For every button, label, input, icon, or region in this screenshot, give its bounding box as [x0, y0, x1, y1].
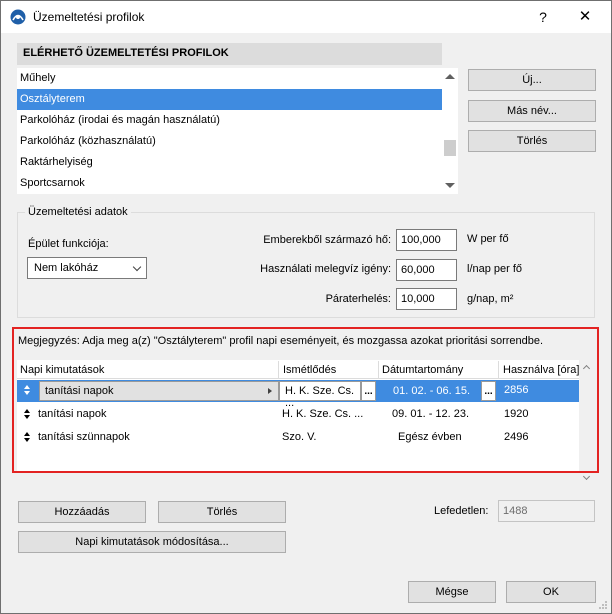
modify-schedules-button[interactable]: Napi kimutatások módosítása...: [18, 531, 286, 553]
chevron-down-icon: [132, 262, 142, 272]
archicad-logo-icon: [10, 9, 26, 25]
people-heat-unit: W per fő: [467, 233, 509, 245]
people-heat-label: Emberekből származó hő:: [263, 234, 391, 246]
hot-water-unit: l/nap per fő: [467, 263, 523, 275]
scroll-up-icon[interactable]: [445, 74, 455, 79]
rename-profile-button[interactable]: Más név...: [468, 100, 596, 122]
hot-water-label: Használati melegvíz igény:: [260, 263, 391, 275]
help-button[interactable]: ?: [531, 6, 555, 28]
scroll-down-icon[interactable]: [582, 472, 591, 481]
cancel-button[interactable]: Mégse: [408, 581, 496, 603]
profile-item[interactable]: Parkolóház (közhasználatú): [17, 131, 442, 152]
profile-item[interactable]: Raktárhelyiség: [17, 152, 442, 173]
title-bar[interactable]: Üzemeltetési profilok ? ✕: [1, 1, 611, 33]
profiles-header: ELÉRHETŐ ÜZEMELTETÉSI PROFILOK: [17, 43, 442, 65]
delete-profile-button[interactable]: Törlés: [468, 130, 596, 152]
building-function-value: Nem lakóház: [34, 262, 99, 274]
delete-schedule-button[interactable]: Törlés: [158, 501, 286, 523]
schedule-table-hscrollbar[interactable]: [17, 471, 579, 486]
new-profile-button[interactable]: Új...: [468, 69, 596, 91]
uncovered-label: Lefedetlen:: [434, 505, 489, 517]
profile-list-scrollbar[interactable]: [442, 68, 458, 194]
profile-item[interactable]: Sportcsarnok: [17, 173, 442, 194]
ok-button[interactable]: OK: [506, 581, 596, 603]
window-title: Üzemeltetési profilok: [33, 10, 145, 24]
profile-item[interactable]: Műhely: [17, 68, 442, 89]
add-schedule-button[interactable]: Hozzáadás: [18, 501, 146, 523]
profile-item-selected[interactable]: Osztályterem: [17, 89, 442, 110]
scroll-down-icon[interactable]: [445, 183, 455, 188]
people-heat-input[interactable]: 100,000: [396, 229, 457, 251]
humidity-label: Páraterhelés:: [325, 293, 391, 305]
profile-list[interactable]: Műhely Osztályterem Parkolóház (irodai é…: [17, 68, 442, 194]
operation-profiles-dialog: Üzemeltetési profilok ? ✕ ELÉRHETŐ ÜZEME…: [0, 0, 612, 614]
building-function-select[interactable]: Nem lakóház: [27, 257, 147, 279]
humidity-input[interactable]: 10,000: [396, 288, 457, 310]
highlight-frame: [12, 327, 599, 473]
hot-water-input[interactable]: 60,000: [396, 259, 457, 281]
humidity-unit: g/nap, m²: [467, 293, 514, 305]
close-button[interactable]: ✕: [573, 6, 597, 28]
scroll-thumb[interactable]: [444, 140, 456, 156]
building-function-label: Épület funkciója:: [28, 238, 109, 250]
operation-data-title: Üzemeltetési adatok: [25, 206, 131, 218]
resize-grip-icon[interactable]: [598, 600, 608, 610]
profile-item[interactable]: Parkolóház (irodai és magán használatú): [17, 110, 442, 131]
uncovered-hours-field: 1488: [498, 500, 595, 522]
